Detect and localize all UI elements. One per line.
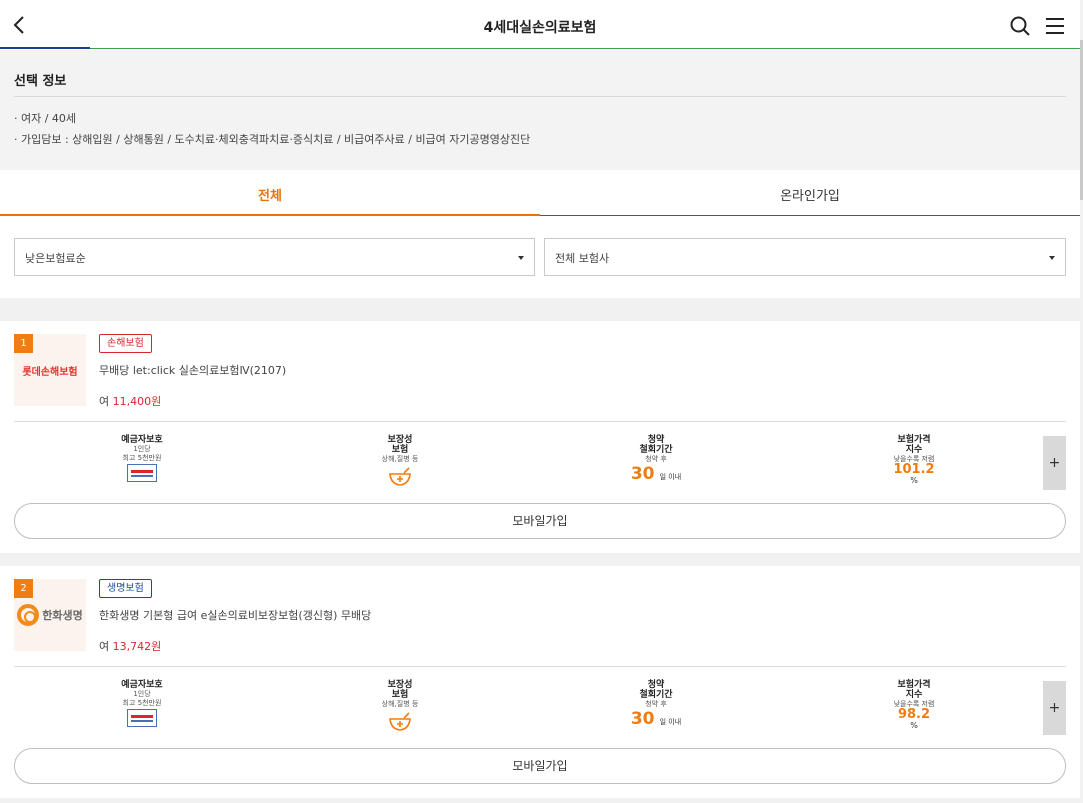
tab-all[interactable]: 전체: [0, 170, 540, 216]
category-badge: 손해보험: [99, 334, 152, 353]
selection-info: 선택 정보 · 여자 / 40세 · 가입담보 : 상해입원 / 상해통원 / …: [0, 50, 1080, 170]
tab-online-join[interactable]: 온라인가입: [540, 170, 1080, 216]
feature-title: 예금자보호: [121, 680, 163, 690]
price-index-value: 101.2: [893, 462, 935, 477]
feature-sub: 상해,질병 등: [381, 700, 419, 708]
expand-details-button[interactable]: +: [1043, 436, 1066, 490]
deposit-protection-stamp-icon: [127, 709, 157, 727]
price-index-unit: %: [910, 721, 918, 730]
feature-price-index: 보험가격 지수 낮을수록 저렴 101.2 %: [859, 435, 969, 486]
tab-bar: 전체 온라인가입: [0, 170, 1080, 216]
search-icon[interactable]: [1008, 14, 1032, 38]
feature-title: 보장성: [387, 680, 413, 690]
section-gap: [0, 798, 1080, 803]
feature-title: 예금자보호: [121, 435, 163, 445]
feature-deposit-protection: 예금자보호 1인당 최고 5천만원: [87, 435, 197, 486]
feature-sub: 청약 후: [645, 455, 667, 463]
divider: [14, 666, 1066, 667]
section-gap: [0, 553, 1080, 566]
withdrawal-days-label: 일 이내: [659, 473, 682, 481]
feature-title: 지수: [905, 445, 923, 455]
feature-title: 보장성: [387, 435, 413, 445]
mobile-join-button[interactable]: 모바일가입: [14, 503, 1066, 539]
expand-details-button[interactable]: +: [1043, 681, 1066, 735]
product-price: 여 13,742원: [99, 638, 161, 654]
medicine-bowl-icon: [389, 467, 411, 486]
header-divider: [90, 48, 1080, 49]
deposit-protection-stamp-icon: [127, 464, 157, 482]
header-progress-bar: [0, 47, 90, 49]
insurer-logo-text: 롯데손해보험: [22, 366, 78, 378]
feature-withdrawal-period: 청약 철회기간 청약 후 30 일 이내: [601, 680, 711, 729]
selection-coverages: · 가입담보 : 상해입원 / 상해통원 / 도수치료·체외충격파치료·증식치료…: [14, 133, 531, 146]
caret-down-icon: [1049, 256, 1055, 260]
feature-sub: 1인당: [133, 445, 151, 453]
caret-down-icon: [518, 256, 524, 260]
gender-label: 여: [99, 640, 110, 653]
withdrawal-days: 30: [630, 464, 655, 484]
page-title: 4세대실손의료보험: [483, 20, 597, 36]
hanwha-logo-icon: [17, 604, 40, 626]
product-card: 롯데손해보험 1 손해보험 무배당 let:click 실손의료보험Ⅳ(2107…: [0, 321, 1080, 553]
product-price: 여 11,400원: [99, 393, 161, 409]
divider: [14, 421, 1066, 422]
mobile-join-button[interactable]: 모바일가입: [14, 748, 1066, 784]
medicine-bowl-icon: [389, 712, 411, 731]
feature-coverage-type: 보장성 보험 상해,질병 등: [345, 680, 455, 732]
category-badge: 생명보험: [99, 579, 152, 598]
price-index-unit: %: [910, 476, 918, 485]
page: 4세대실손의료보험 선택 정보 · 여자 / 40세 · 가입담보 : 상해입원…: [0, 0, 1083, 803]
price-value: 13,742원: [112, 640, 162, 653]
feature-title: 보험가격: [897, 680, 931, 690]
feature-title: 청약: [647, 680, 665, 690]
rank-badge: 1: [14, 334, 33, 353]
divider: [14, 96, 1066, 97]
selection-info-heading: 선택 정보: [14, 74, 67, 89]
app-header: 4세대실손의료보험: [0, 0, 1080, 50]
feature-title: 보험가격: [897, 435, 931, 445]
gender-label: 여: [99, 395, 110, 408]
withdrawal-days: 30: [630, 709, 655, 729]
price-index-value: 98.2: [897, 707, 931, 722]
feature-sub: 최고 5천만원: [122, 699, 162, 707]
sort-select-value: 낮은보험료순: [25, 252, 86, 265]
feature-title: 청약: [647, 435, 665, 445]
feature-sub: 상해,질병 등: [381, 455, 419, 463]
feature-withdrawal-period: 청약 철회기간 청약 후 30 일 이내: [601, 435, 711, 484]
feature-title: 보험: [391, 690, 409, 700]
feature-title: 보험: [391, 445, 409, 455]
company-select-value: 전체 보험사: [555, 252, 610, 265]
feature-sub: 청약 후: [645, 700, 667, 708]
hamburger-menu-icon[interactable]: [1043, 14, 1067, 38]
withdrawal-days-label: 일 이내: [659, 718, 682, 726]
feature-deposit-protection: 예금자보호 1인당 최고 5천만원: [87, 680, 197, 731]
feature-coverage-type: 보장성 보험 상해,질병 등: [345, 435, 455, 487]
product-name[interactable]: 무배당 let:click 실손의료보험Ⅳ(2107): [99, 362, 286, 378]
feature-price-index: 보험가격 지수 낮을수록 저렴 98.2 %: [859, 680, 969, 731]
selection-profile: · 여자 / 40세: [14, 112, 77, 125]
feature-title: 철회기간: [639, 690, 673, 700]
feature-sub: 최고 5천만원: [122, 454, 162, 462]
section-gap: [0, 298, 1080, 321]
feature-sub: 1인당: [133, 690, 151, 698]
rank-badge: 2: [14, 579, 33, 598]
insurer-logo-text: 한화생명: [42, 609, 83, 622]
product-card: 한화생명 2 생명보험 한화생명 기본형 급여 e실손의료비보장보험(갱신형) …: [0, 566, 1080, 798]
feature-title: 지수: [905, 690, 923, 700]
product-name[interactable]: 한화생명 기본형 급여 e실손의료비보장보험(갱신형) 무배당: [99, 607, 371, 623]
feature-title: 철회기간: [639, 445, 673, 455]
price-value: 11,400원: [112, 395, 162, 408]
company-select[interactable]: 전체 보험사: [544, 238, 1066, 276]
filter-bar: 낮은보험료순 전체 보험사: [0, 216, 1080, 298]
sort-select[interactable]: 낮은보험료순: [14, 238, 535, 276]
